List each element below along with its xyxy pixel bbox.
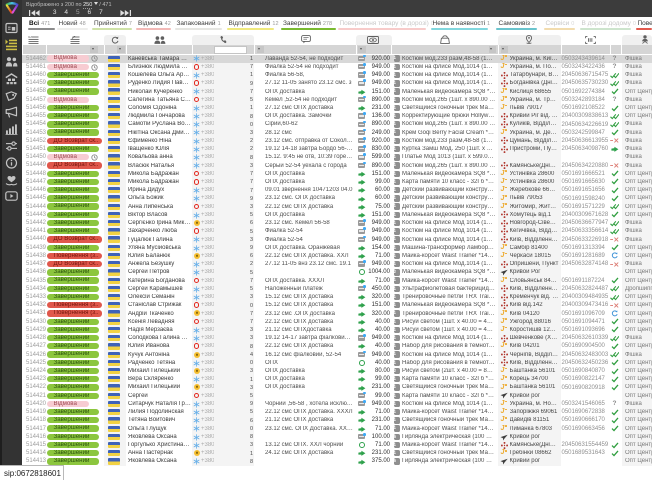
svg-text:ID: ID: [28, 36, 32, 39]
